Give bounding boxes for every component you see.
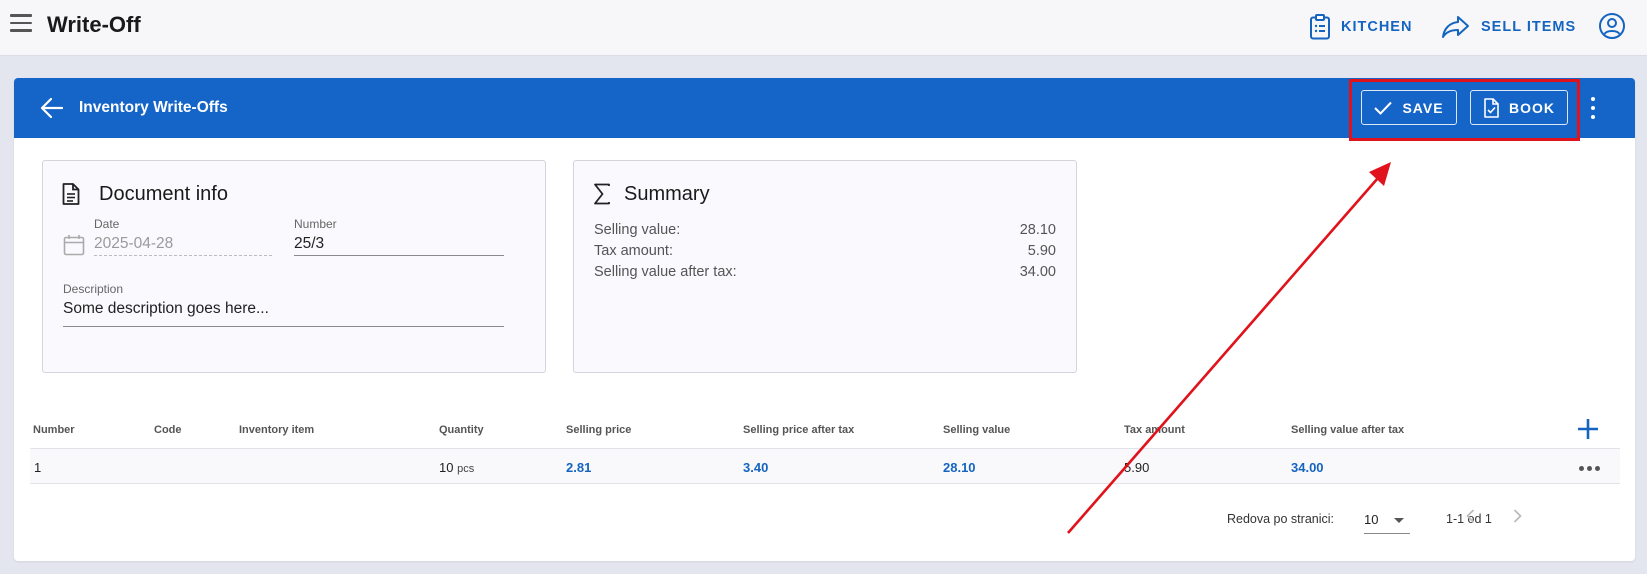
top-app-bar: Write-Off KITCHEN SELL ITEMS <box>0 0 1647 56</box>
summary-label: Selling value after tax: <box>594 264 737 280</box>
caret-down-icon <box>1394 518 1404 523</box>
chevron-right-icon[interactable] <box>1505 504 1529 528</box>
arrow-back-icon[interactable] <box>38 94 66 122</box>
sell-items-button[interactable]: SELL ITEMS <box>1441 12 1576 42</box>
save-label: SAVE <box>1402 99 1444 116</box>
summary-label: Tax amount: <box>594 243 673 259</box>
date-underline <box>94 255 272 256</box>
calendar-icon <box>63 235 85 256</box>
summary-value: 5.90 <box>1027 243 1056 259</box>
save-button[interactable]: SAVE <box>1361 90 1457 125</box>
account-circle-icon[interactable] <box>1598 12 1626 40</box>
column-header-number[interactable]: Number <box>33 424 75 436</box>
summary-row-tax-amount: Tax amount: 5.90 <box>594 243 1056 259</box>
cell-quantity: 10 pcs <box>439 460 474 475</box>
number-underline <box>294 255 504 256</box>
number-field[interactable]: 25/3 <box>294 235 324 253</box>
file-check-icon <box>1484 97 1499 118</box>
description-underline <box>63 326 504 327</box>
page-title: Inventory Write-Offs <box>79 99 228 116</box>
menu-icon[interactable] <box>10 14 32 32</box>
rows-per-page-select[interactable]: 10 <box>1364 504 1410 534</box>
column-header-quantity[interactable]: Quantity <box>439 424 484 436</box>
date-field[interactable]: 2025-04-28 <box>94 235 173 253</box>
sell-items-label: SELL ITEMS <box>1481 19 1577 35</box>
app-title: Write-Off <box>47 12 141 37</box>
rows-per-page-value: 10 <box>1364 512 1379 527</box>
book-button[interactable]: BOOK <box>1470 90 1568 125</box>
document-info-panel: Document info Date 2025-04-28 Number 25/… <box>42 160 546 373</box>
summary-label: Selling value: <box>594 222 681 238</box>
column-header-tax-amount[interactable]: Tax amount <box>1124 424 1185 436</box>
description-field[interactable]: Some description goes here... <box>63 300 269 318</box>
summary-row-selling-value: Selling value: 28.10 <box>594 222 1056 238</box>
column-header-selling-value[interactable]: Selling value <box>943 424 1010 436</box>
number-label: Number <box>294 217 337 231</box>
cell-number: 1 <box>34 460 42 475</box>
write-off-card: Inventory Write-Offs SAVE BOOK Document … <box>14 78 1635 561</box>
date-label: Date <box>94 217 120 231</box>
add-icon[interactable] <box>1575 416 1601 442</box>
table-row[interactable] <box>30 448 1620 484</box>
more-horiz-icon[interactable] <box>1579 463 1603 473</box>
cell-tax-amount: 5.90 <box>1124 460 1150 475</box>
quantity-unit: pcs <box>457 463 475 475</box>
column-header-selling-value-after-tax[interactable]: Selling value after tax <box>1291 424 1404 436</box>
card-header: Inventory Write-Offs SAVE BOOK <box>14 78 1635 138</box>
column-header-code[interactable]: Code <box>154 424 182 436</box>
summary-value: 28.10 <box>1019 222 1056 238</box>
summary-row-selling-value-after-tax: Selling value after tax: 34.00 <box>594 264 1056 280</box>
check-icon <box>1374 101 1393 115</box>
cell-selling-value[interactable]: 28.10 <box>943 460 976 475</box>
chevron-left-icon[interactable] <box>1459 504 1483 528</box>
column-header-inventory-item[interactable]: Inventory item <box>239 424 314 436</box>
document-info-title: Document info <box>99 183 228 205</box>
more-vert-icon[interactable] <box>1583 96 1603 120</box>
sigma-icon <box>594 183 610 205</box>
cell-selling-price[interactable]: 2.81 <box>566 460 591 475</box>
summary-panel: Summary Selling value: 28.10 Tax amount:… <box>573 160 1077 373</box>
rows-per-page-label: Redova po stranici: <box>1227 512 1335 526</box>
summary-title: Summary <box>624 183 710 205</box>
column-header-selling-price-after-tax[interactable]: Selling price after tax <box>743 424 854 436</box>
document-icon <box>62 183 80 205</box>
summary-value: 34.00 <box>1019 264 1056 280</box>
clipboard-list-icon <box>1310 14 1330 40</box>
description-label: Description <box>63 282 124 296</box>
book-label: BOOK <box>1509 99 1555 116</box>
cell-selling-value-after-tax[interactable]: 34.00 <box>1291 460 1324 475</box>
kitchen-label: KITCHEN <box>1341 19 1413 35</box>
share-arrow-icon <box>1442 16 1469 38</box>
kitchen-button[interactable]: KITCHEN <box>1309 12 1412 42</box>
column-header-selling-price[interactable]: Selling price <box>566 424 631 436</box>
quantity-value: 10 <box>439 460 454 475</box>
cell-selling-price-after-tax[interactable]: 3.40 <box>743 460 768 475</box>
